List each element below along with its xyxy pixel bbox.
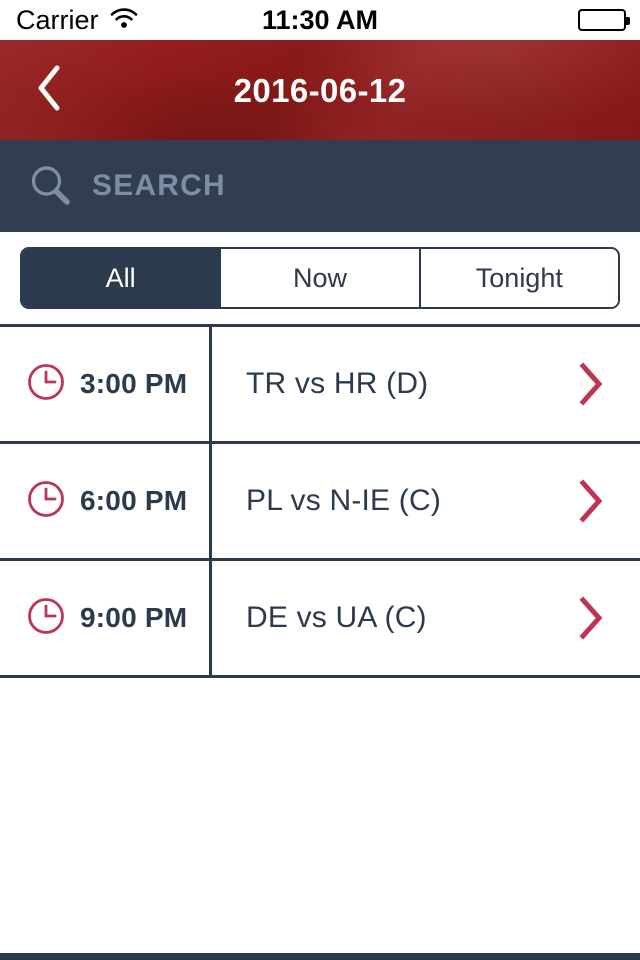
row-match-cell[interactable]: TR vs HR (D) [212, 327, 640, 441]
row-time-label: 6:00 PM [80, 485, 188, 516]
row-match-cell[interactable]: PL vs N-IE (C) [212, 444, 640, 558]
segmented-control[interactable]: All Now Tonight [20, 247, 620, 309]
status-bar: Carrier 11:30 AM [0, 0, 640, 40]
row-time-cell: 9:00 PM [0, 561, 212, 675]
clock-icon [26, 479, 66, 524]
row-time-cell: 6:00 PM [0, 444, 212, 558]
status-bar-right [578, 9, 630, 31]
tab-tonight[interactable]: Tonight [420, 249, 618, 307]
tab-all[interactable]: All [22, 249, 222, 307]
bottom-bar [0, 953, 640, 960]
search-input[interactable] [92, 169, 640, 203]
row-match-label: TR vs HR (D) [246, 367, 429, 400]
empty-list-area [0, 678, 640, 953]
table-row[interactable]: 3:00 PM TR vs HR (D) [0, 327, 640, 444]
page-title: 2016-06-12 [233, 71, 407, 109]
clock-icon [26, 362, 66, 407]
battery-full-icon [578, 9, 630, 31]
chevron-right-icon[interactable] [570, 592, 610, 644]
search-bar[interactable] [0, 140, 640, 232]
navigation-bar: 2016-06-12 [0, 40, 640, 140]
match-list: 3:00 PM TR vs HR (D) 6:00 PM PL vs N-IE … [0, 324, 640, 678]
row-time-label: 3:00 PM [80, 368, 188, 399]
app-screen: Carrier 11:30 AM 2016-06-12 SEARCH All N… [0, 0, 640, 960]
filter-bar: All Now Tonight [0, 232, 640, 324]
status-bar-clock: 11:30 AM [261, 4, 379, 35]
chevron-right-icon[interactable] [570, 475, 610, 527]
table-row[interactable]: 6:00 PM PL vs N-IE (C) [0, 444, 640, 561]
row-time-label: 9:00 PM [80, 602, 188, 633]
table-row[interactable]: 9:00 PM DE vs UA (C) [0, 561, 640, 678]
chevron-right-icon[interactable] [570, 358, 610, 410]
row-match-label: DE vs UA (C) [246, 601, 427, 634]
row-match-label: PL vs N-IE (C) [246, 484, 442, 517]
row-match-cell[interactable]: DE vs UA (C) [212, 561, 640, 675]
tab-now[interactable]: Now [221, 249, 421, 307]
clock-icon [26, 596, 66, 641]
back-button[interactable] [16, 40, 82, 140]
row-time-cell: 3:00 PM [0, 327, 212, 441]
chevron-left-icon [32, 62, 66, 119]
search-icon [24, 159, 78, 213]
